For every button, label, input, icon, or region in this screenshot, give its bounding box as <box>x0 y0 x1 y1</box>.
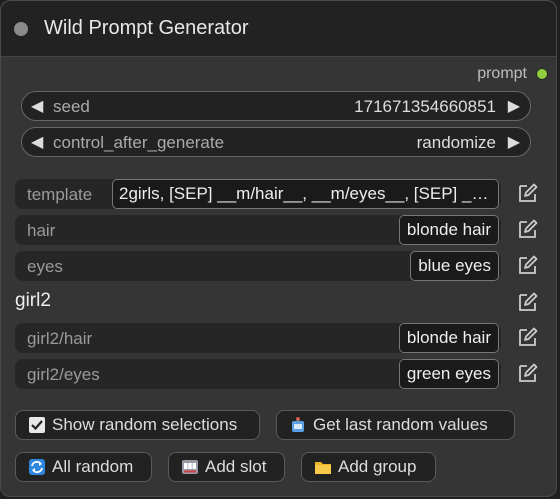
girl2-eyes-field: girl2/eyes green eyes <box>15 359 501 389</box>
wild-prompt-generator-node: Wild Prompt Generator prompt ◀ seed 1716… <box>0 0 557 497</box>
edit-girl2-hair-pencil-icon[interactable] <box>517 326 539 348</box>
seed-value[interactable]: 171671354660851 <box>354 97 496 117</box>
output-prompt: prompt <box>477 65 548 83</box>
control-next-icon[interactable]: ▶ <box>508 132 520 152</box>
checkbox-checked-icon[interactable] <box>28 416 46 434</box>
group-title: girl2 <box>15 290 51 311</box>
control-value[interactable]: randomize <box>417 133 496 153</box>
show-random-selections-button[interactable]: Show random selections <box>15 410 260 440</box>
girl2-hair-value[interactable]: blonde hair <box>398 323 499 353</box>
get-last-random-values-label: Get last random values <box>313 415 488 434</box>
seed-widget[interactable]: ◀ seed 171671354660851 ▶ <box>21 91 531 121</box>
add-slot-label: Add slot <box>205 457 267 476</box>
show-random-selections-label: Show random selections <box>52 415 238 434</box>
eyes-field: eyes blue eyes <box>15 251 501 281</box>
get-last-random-values-button[interactable]: Get last random values <box>276 410 515 440</box>
control-prev-icon[interactable]: ◀ <box>31 132 43 152</box>
all-random-button[interactable]: All random <box>15 452 152 482</box>
node-title: Wild Prompt Generator <box>44 17 249 39</box>
eyes-label: eyes <box>27 257 63 276</box>
add-group-label: Add group <box>338 457 417 476</box>
eyes-value[interactable]: blue eyes <box>410 251 499 281</box>
seed-label: seed <box>53 97 90 116</box>
control-after-generate-widget[interactable]: ◀ control_after_generate randomize ▶ <box>21 127 531 157</box>
edit-girl2-eyes-pencil-icon[interactable] <box>517 362 539 384</box>
template-field: template 2girls, [SEP] __m/hair__, __m/e… <box>15 179 501 209</box>
girl2-eyes-value[interactable]: green eyes <box>398 359 499 389</box>
hair-label: hair <box>27 221 56 240</box>
hair-value[interactable]: blonde hair <box>398 215 499 245</box>
output-connector-dot-icon[interactable] <box>536 68 548 80</box>
node-title-bar[interactable]: Wild Prompt Generator <box>1 1 556 57</box>
seed-increment-icon[interactable]: ▶ <box>508 96 520 116</box>
edit-hair-pencil-icon[interactable] <box>517 218 539 240</box>
output-label: prompt <box>477 65 527 82</box>
girl2-hair-field: girl2/hair blonde hair <box>15 323 501 353</box>
robot-icon <box>289 416 307 434</box>
add-group-button[interactable]: Add group <box>301 452 436 482</box>
collapse-dot-icon[interactable] <box>14 22 28 36</box>
template-value[interactable]: 2girls, [SEP] __m/hair__, __m/eyes__, [S… <box>112 179 499 209</box>
hair-field: hair blonde hair <box>15 215 501 245</box>
control-label: control_after_generate <box>53 133 225 152</box>
slot-machine-icon <box>181 458 199 476</box>
girl2-eyes-label: girl2/eyes <box>27 365 100 384</box>
folder-icon <box>314 458 332 476</box>
add-slot-button[interactable]: Add slot <box>168 452 285 482</box>
edit-eyes-pencil-icon[interactable] <box>517 254 539 276</box>
shuffle-icon <box>28 458 46 476</box>
edit-template-pencil-icon[interactable] <box>517 182 539 204</box>
edit-group-pencil-icon[interactable] <box>517 291 539 313</box>
girl2-hair-label: girl2/hair <box>27 329 93 348</box>
template-label: template <box>27 185 93 204</box>
all-random-label: All random <box>52 457 134 476</box>
seed-decrement-icon[interactable]: ◀ <box>31 96 43 116</box>
